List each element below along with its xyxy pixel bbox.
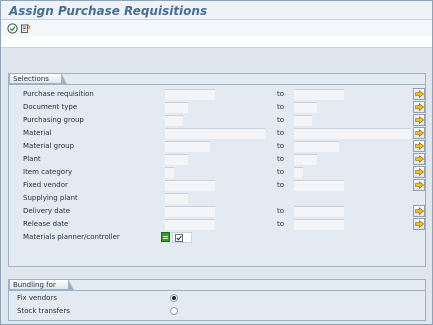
fixed-vendor-to-input[interactable] [294,180,344,191]
row-label: Purchasing group [23,116,84,124]
document-type-from-input[interactable] [165,102,188,113]
bundling-group: Bundling for Fix vendors Stock transfers [8,279,426,321]
row-label: Supplying plant [23,194,78,202]
arrow-right-icon [414,207,424,215]
arrow-right-icon [414,168,424,176]
bundling-group-title: Bundling for [9,279,74,290]
multiple-selection-button[interactable] [413,153,425,165]
material-group-to-input[interactable] [294,141,339,152]
material-group-from-input[interactable] [165,141,210,152]
selection-row-purchase-requisition: Purchase requisition to [9,88,425,101]
item-category-from-input[interactable] [165,167,174,178]
selections-group: Selections Purchase requisition to Docum… [8,73,426,267]
stock-transfers-radio[interactable] [170,307,178,315]
to-label: to [277,116,285,124]
arrow-right-icon [414,155,424,163]
bundling-option-fix-vendors: Fix vendors [9,292,425,305]
row-label: Delivery date [23,207,71,215]
purchase-requisition-from-input[interactable] [165,89,215,100]
toolbar-separator [1,36,432,48]
page-title: Assign Purchase Requisitions [9,4,208,18]
option-label: Fix vendors [17,294,57,302]
delivery-date-from-input[interactable] [165,206,215,217]
fix-vendors-radio[interactable] [170,294,178,302]
checkmark-icon [175,233,183,242]
arrow-right-icon [414,103,424,111]
row-label: Fixed vendor [23,181,68,189]
delivery-date-to-input[interactable] [294,206,344,217]
multiple-selection-button[interactable] [413,101,425,113]
selection-row-plant: Plant to [9,153,425,166]
purchasing-group-from-input[interactable] [165,115,183,126]
selection-row-fixed-vendor: Fixed vendor to [9,179,425,192]
selection-row-supplying-plant: Supplying plant [9,192,425,205]
selection-row-material: Material to [9,127,425,140]
row-label: Materials planner/controller [23,233,120,241]
to-label: to [277,207,285,215]
execute-icon [6,22,18,34]
item-category-to-input[interactable] [294,167,303,178]
group-divider [9,290,425,291]
to-label: to [277,90,285,98]
bundling-option-stock-transfers: Stock transfers [9,305,425,318]
plant-from-input[interactable] [165,154,188,165]
plant-to-input[interactable] [294,154,317,165]
to-label: to [277,220,285,228]
arrow-right-icon [414,142,424,150]
row-label: Material [23,129,52,137]
supplying-plant-input[interactable] [165,193,188,204]
multiple-selection-button[interactable] [413,88,425,100]
multiple-selection-button[interactable] [413,127,425,139]
row-label: Release date [23,220,69,228]
multiple-selection-button[interactable] [413,166,425,178]
selection-row-release-date: Release date to [9,218,425,231]
selection-row-purchasing-group: Purchasing group to [9,114,425,127]
multiple-selection-button[interactable] [413,140,425,152]
main-window: Assign Purchase Requisitions Selections … [0,0,433,325]
multiple-selection-button[interactable] [413,114,425,126]
get-variant-icon [20,23,31,33]
materials-planner-button[interactable] [161,232,170,242]
arrow-right-icon [414,181,424,189]
execute-button[interactable] [6,22,18,34]
selection-row-item-category: Item category to [9,166,425,179]
to-label: to [277,155,285,163]
row-label: Item category [23,168,73,176]
group-divider [9,84,425,85]
selection-row-materials-planner: Materials planner/controller [9,231,425,244]
material-from-input[interactable] [165,128,265,139]
selection-row-document-type: Document type to [9,101,425,114]
row-label: Purchase requisition [23,90,94,98]
arrow-right-icon [414,116,424,124]
purchasing-group-to-input[interactable] [294,115,312,126]
fixed-vendor-from-input[interactable] [165,180,215,191]
release-date-to-input[interactable] [294,219,344,230]
multiple-selection-button[interactable] [413,205,425,217]
arrow-right-icon [414,90,424,98]
purchase-requisition-to-input[interactable] [294,89,344,100]
arrow-right-icon [414,129,424,137]
row-label: Document type [23,103,78,111]
multiple-selection-button[interactable] [413,218,425,230]
to-label: to [277,142,285,150]
to-label: to [277,181,285,189]
document-type-to-input[interactable] [294,102,317,113]
to-label: to [277,103,285,111]
release-date-from-input[interactable] [165,219,215,230]
multiple-selection-button[interactable] [413,179,425,191]
selection-row-material-group: Material group to [9,140,425,153]
selection-row-delivery-date: Delivery date to [9,205,425,218]
get-variant-button[interactable] [19,22,31,34]
selections-group-title: Selections [9,73,67,84]
to-label: to [277,129,285,137]
application-toolbar [1,20,432,36]
row-label: Material group [23,142,74,150]
option-label: Stock transfers [17,307,70,315]
arrow-right-icon [414,220,424,228]
row-label: Plant [23,155,41,163]
materials-planner-checkbox[interactable] [172,232,192,243]
title-bar: Assign Purchase Requisitions [1,1,432,20]
to-label: to [277,168,285,176]
material-to-input[interactable] [294,128,411,139]
